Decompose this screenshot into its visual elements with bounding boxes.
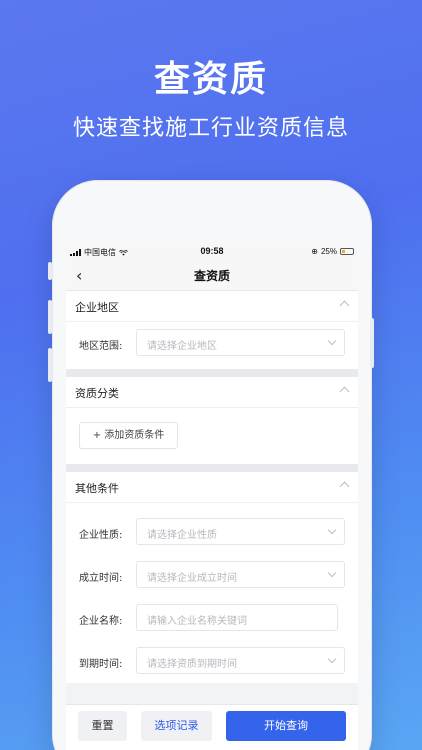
status-bar: 中国电信 09:58 ⊕ 25%	[66, 244, 358, 260]
section-title-other: 其他条件	[75, 482, 119, 495]
battery-percent: 25%	[320, 247, 337, 256]
expiry-placeholder: 请选择资质到期时间	[147, 659, 237, 670]
chevron-down-icon	[327, 525, 337, 535]
section-title-qualification: 资质分类	[75, 387, 119, 400]
section-header-region[interactable]: 企业地区	[66, 291, 358, 322]
add-qualification-button[interactable]: + 添加资质条件	[79, 422, 178, 449]
section-other: 其他条件 企业性质: 请选择企业性质 成立时间: 请选择企业成立时间 企业名称:	[66, 472, 358, 683]
chevron-up-icon[interactable]	[339, 386, 350, 397]
section-header-other[interactable]: 其他条件	[66, 472, 358, 503]
app-store-screenshot: 查资质 快速查找施工行业资质信息 中国电信 09:58 ⊕ 25% ‹ 查资质 …	[0, 0, 422, 750]
nature-select[interactable]: 请选择企业性质	[136, 518, 345, 545]
section-divider	[66, 464, 358, 472]
section-title-region: 企业地区	[75, 301, 119, 314]
field-row-founded: 成立时间: 请选择企业成立时间	[66, 554, 358, 597]
region-label: 地区范围:	[79, 341, 123, 352]
chevron-down-icon	[327, 568, 337, 578]
expiry-label: 到期时间:	[79, 659, 123, 670]
chevron-down-icon	[327, 336, 337, 346]
phone-volume-down-button	[48, 348, 52, 382]
chevron-up-icon[interactable]	[339, 481, 350, 492]
field-row-name: 企业名称: 请输入企业名称关键词	[66, 597, 358, 640]
region-select[interactable]: 请选择企业地区	[136, 329, 345, 356]
start-search-button[interactable]: 开始查询	[226, 711, 346, 741]
hero-title: 查资质	[153, 59, 268, 100]
section-qualification: 资质分类 + 添加资质条件	[66, 377, 358, 464]
phone-side-button	[48, 262, 52, 280]
phone-volume-up-button	[48, 300, 52, 334]
name-label: 企业名称:	[79, 616, 123, 627]
founded-label: 成立时间:	[79, 573, 123, 584]
reset-button[interactable]: 重置	[78, 711, 127, 741]
nature-placeholder: 请选择企业性质	[147, 530, 217, 541]
options-record-button[interactable]: 选项记录	[141, 711, 212, 741]
page-title: 查资质	[193, 269, 230, 283]
nav-bar: ‹ 查资质	[66, 260, 358, 291]
section-region: 企业地区 地区范围: 请选择企业地区	[66, 291, 358, 369]
expiry-select[interactable]: 请选择资质到期时间	[136, 647, 345, 674]
phone-power-button	[370, 318, 374, 368]
field-row-nature: 企业性质: 请选择企业性质	[66, 511, 358, 554]
field-row-expiry: 到期时间: 请选择资质到期时间	[66, 640, 358, 683]
chevron-up-icon[interactable]	[339, 300, 350, 311]
phone-screen: 中国电信 09:58 ⊕ 25% ‹ 查资质 企业地区 地区范围: 请选择企业地…	[66, 244, 358, 750]
company-name-input[interactable]: 请输入企业名称关键词	[136, 604, 338, 631]
field-row-region: 地区范围: 请选择企业地区	[66, 322, 358, 365]
founded-placeholder: 请选择企业成立时间	[147, 573, 237, 584]
battery-icon	[340, 248, 354, 255]
region-placeholder: 请选择企业地区	[147, 341, 217, 352]
section-divider	[66, 369, 358, 377]
orientation-lock-icon: ⊕	[311, 247, 318, 256]
chevron-down-icon	[327, 654, 337, 664]
nature-label: 企业性质:	[79, 530, 123, 541]
bottom-action-bar: 重置 选项记录 开始查询	[66, 704, 358, 750]
section-header-qualification[interactable]: 资质分类	[66, 377, 358, 408]
hero-subtitle: 快速查找施工行业资质信息	[72, 116, 349, 141]
founded-select[interactable]: 请选择企业成立时间	[136, 561, 345, 588]
